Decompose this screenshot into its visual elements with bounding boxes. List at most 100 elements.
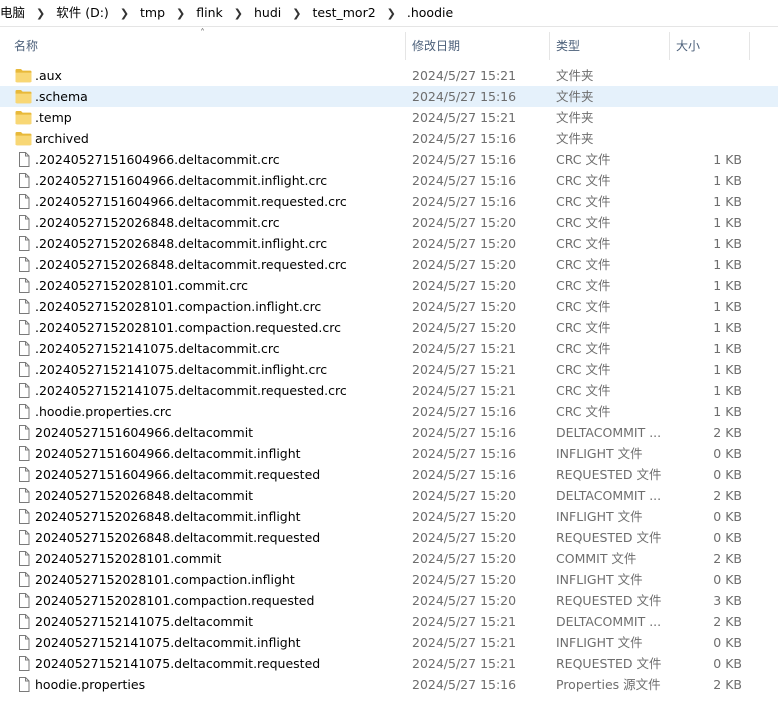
file-date: 2024/5/27 15:20 <box>412 278 517 293</box>
file-size: 1 KB <box>713 320 742 335</box>
file-name: 20240527152028101.compaction.requested <box>35 593 315 608</box>
file-row[interactable]: 20240527152141075.deltacommit.inflight 20… <box>0 632 778 653</box>
file-row[interactable]: 20240527151604966.deltacommit 2024/5/27 1… <box>0 422 778 443</box>
file-name: hoodie.properties <box>35 677 146 692</box>
chevron-right-icon[interactable]: ❯ <box>113 7 136 20</box>
folder-row[interactable]: .aux 2024/5/27 15:21 文件夹 <box>0 65 778 86</box>
file-name: 20240527152141075.deltacommit.inflight <box>35 635 301 650</box>
file-date: 2024/5/27 15:21 <box>412 362 517 377</box>
file-type: INFLIGHT 文件 <box>556 509 643 524</box>
chevron-right-icon[interactable]: ❯ <box>227 7 250 20</box>
file-type: INFLIGHT 文件 <box>556 572 643 587</box>
folder-row[interactable]: .temp 2024/5/27 15:21 文件夹 <box>0 107 778 128</box>
file-size: 2 KB <box>713 425 742 440</box>
chevron-right-icon[interactable]: ❯ <box>380 7 403 20</box>
file-row[interactable]: 20240527152026848.deltacommit.inflight 20… <box>0 506 778 527</box>
file-size: 1 KB <box>713 173 742 188</box>
file-size: 2 KB <box>713 614 742 629</box>
file-type: 文件夹 <box>556 110 594 125</box>
file-date: 2024/5/27 15:16 <box>412 677 517 692</box>
breadcrumb-item[interactable]: tmp <box>136 2 169 24</box>
folder-row[interactable]: .schema 2024/5/27 15:16 文件夹 <box>0 86 778 107</box>
breadcrumb-item[interactable]: 电脑 <box>0 2 29 24</box>
file-type: CRC 文件 <box>556 299 611 314</box>
chevron-right-icon[interactable]: ❯ <box>169 7 192 20</box>
file-row[interactable]: .20240527151604966.deltacommit.inflight.… <box>0 170 778 191</box>
file-name: .20240527152028101.compaction.requested.… <box>35 320 341 335</box>
address-bar[interactable]: 电脑 ❯ 软件 (D:) ❯ tmp ❯ flink ❯ hudi ❯ test… <box>0 0 778 27</box>
column-header-name[interactable]: 名称 <box>8 32 406 60</box>
file-name: .20240527152028101.commit.crc <box>35 278 248 293</box>
file-row[interactable]: .20240527152026848.deltacommit.inflight.… <box>0 233 778 254</box>
column-header-row: ˄ 名称 修改日期 类型 大小 <box>0 29 778 60</box>
column-header-label: 类型 <box>556 39 581 53</box>
file-size: 1 KB <box>713 404 742 419</box>
breadcrumb-item[interactable]: hudi <box>250 2 285 24</box>
file-date: 2024/5/27 15:21 <box>412 110 517 125</box>
file-row[interactable]: 20240527152028101.compaction.inflight 202… <box>0 569 778 590</box>
file-type: DELTACOMMIT ... <box>556 425 662 440</box>
file-name: 20240527152026848.deltacommit <box>35 488 254 503</box>
file-size: 1 KB <box>713 194 742 209</box>
file-size: 1 KB <box>713 215 742 230</box>
chevron-right-icon[interactable]: ❯ <box>285 7 308 20</box>
column-header-date[interactable]: 修改日期 <box>406 32 550 60</box>
file-date: 2024/5/27 15:20 <box>412 530 517 545</box>
file-row[interactable]: 20240527151604966.deltacommit.requested 2… <box>0 464 778 485</box>
column-header-size[interactable]: 大小 <box>670 32 750 60</box>
file-name: 20240527151604966.deltacommit <box>35 425 254 440</box>
breadcrumb-item[interactable]: 软件 (D:) <box>52 2 113 24</box>
file-date: 2024/5/27 15:21 <box>412 635 517 650</box>
file-row[interactable]: .20240527152028101.commit.crc 2024/5/27 1… <box>0 275 778 296</box>
file-row[interactable]: 20240527151604966.deltacommit.inflight 20… <box>0 443 778 464</box>
file-date: 2024/5/27 15:20 <box>412 488 517 503</box>
file-row[interactable]: .20240527151604966.deltacommit.crc 2024/5… <box>0 149 778 170</box>
file-row[interactable]: 20240527152028101.compaction.requested 20… <box>0 590 778 611</box>
file-size: 0 KB <box>713 467 742 482</box>
file-row[interactable]: hoodie.properties 2024/5/27 15:16 Properti… <box>0 674 778 695</box>
file-row[interactable]: 20240527152141075.deltacommit.requested 2… <box>0 653 778 674</box>
file-date: 2024/5/27 15:20 <box>412 593 517 608</box>
breadcrumb-item[interactable]: flink <box>192 2 227 24</box>
file-type: REQUESTED 文件 <box>556 467 662 482</box>
file-row[interactable]: .20240527152141075.deltacommit.requested… <box>0 380 778 401</box>
file-type: CRC 文件 <box>556 320 611 335</box>
file-type: CRC 文件 <box>556 257 611 272</box>
file-size: 3 KB <box>713 593 742 608</box>
chevron-right-icon[interactable]: ❯ <box>29 7 52 20</box>
file-row[interactable]: .20240527151604966.deltacommit.requested… <box>0 191 778 212</box>
folder-row[interactable]: archived 2024/5/27 15:16 文件夹 <box>0 128 778 149</box>
file-type: CRC 文件 <box>556 383 611 398</box>
file-row[interactable]: 20240527152028101.commit 2024/5/27 15:20 C… <box>0 548 778 569</box>
file-date: 2024/5/27 15:20 <box>412 299 517 314</box>
file-date: 2024/5/27 15:21 <box>412 383 517 398</box>
file-size: 2 KB <box>713 488 742 503</box>
breadcrumb-item[interactable]: .hoodie <box>403 2 457 24</box>
file-name: .20240527151604966.deltacommit.inflight.… <box>35 173 328 188</box>
column-header-type[interactable]: 类型 <box>550 32 670 60</box>
file-row[interactable]: 20240527152026848.deltacommit 2024/5/27 1… <box>0 485 778 506</box>
breadcrumb-item[interactable]: test_mor2 <box>308 2 379 24</box>
file-size: 0 KB <box>713 635 742 650</box>
file-type: REQUESTED 文件 <box>556 656 662 671</box>
file-date: 2024/5/27 15:16 <box>412 467 517 482</box>
file-row[interactable]: 20240527152141075.deltacommit 2024/5/27 1… <box>0 611 778 632</box>
file-row[interactable]: .20240527152028101.compaction.requested.… <box>0 317 778 338</box>
file-row[interactable]: .hoodie.properties.crc 2024/5/27 15:16 CRC… <box>0 401 778 422</box>
file-date: 2024/5/27 15:21 <box>412 614 517 629</box>
file-row[interactable]: 20240527152026848.deltacommit.requested 2… <box>0 527 778 548</box>
file-row[interactable]: .20240527152141075.deltacommit.crc 2024/5… <box>0 338 778 359</box>
file-date: 2024/5/27 15:20 <box>412 257 517 272</box>
file-date: 2024/5/27 15:20 <box>412 320 517 335</box>
file-type: CRC 文件 <box>556 404 611 419</box>
file-name: .20240527152026848.deltacommit.inflight.… <box>35 236 328 251</box>
file-name: .20240527152141075.deltacommit.crc <box>35 341 280 356</box>
file-name: .20240527152141075.deltacommit.inflight.… <box>35 362 328 377</box>
file-row[interactable]: .20240527152141075.deltacommit.inflight.… <box>0 359 778 380</box>
file-row[interactable]: .20240527152026848.deltacommit.requested… <box>0 254 778 275</box>
file-date: 2024/5/27 15:16 <box>412 173 517 188</box>
file-row[interactable]: .20240527152028101.compaction.inflight.c… <box>0 296 778 317</box>
file-type: INFLIGHT 文件 <box>556 635 643 650</box>
file-row[interactable]: .20240527152026848.deltacommit.crc 2024/5… <box>0 212 778 233</box>
file-type: CRC 文件 <box>556 341 611 356</box>
